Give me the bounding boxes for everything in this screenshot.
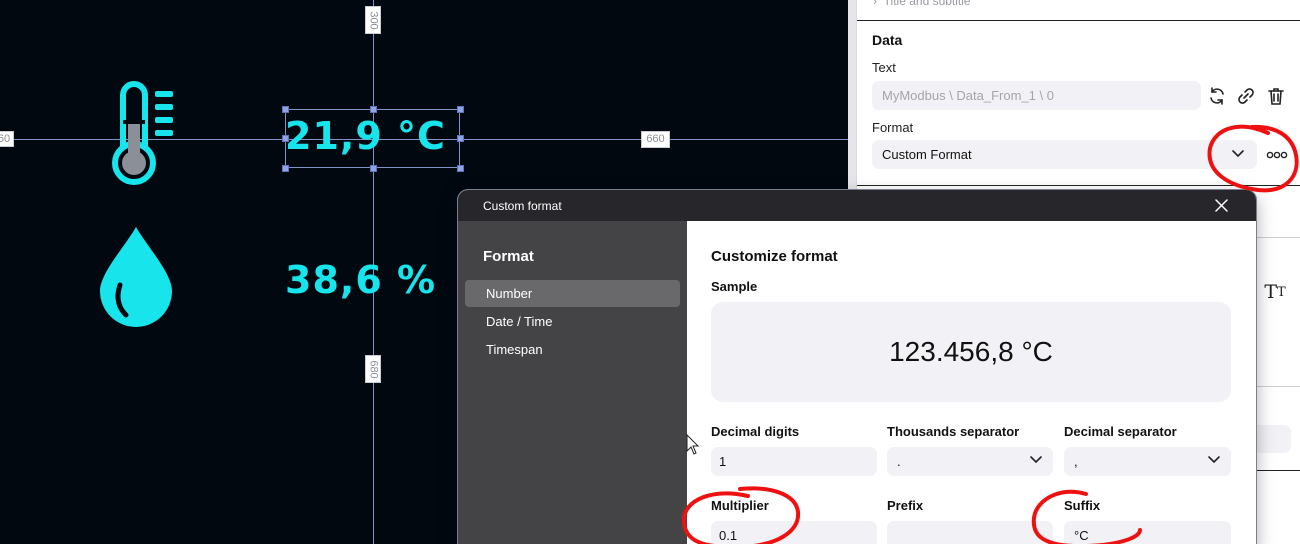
text-binding-field[interactable]: MyModbus \ Data_From_1 \ 0	[872, 81, 1201, 110]
thermometer-icon[interactable]	[110, 80, 178, 188]
chevron-down-icon[interactable]	[1231, 149, 1245, 159]
text-size-icon[interactable]: TT	[1261, 280, 1289, 304]
section-title-data: Data	[872, 32, 903, 48]
dialog-titlebar[interactable]: Custom format	[458, 190, 1256, 221]
multiplier-label: Multiplier	[711, 498, 769, 513]
dialog-title: Custom format	[483, 198, 562, 213]
section-divider	[1257, 470, 1300, 471]
section-divider	[857, 185, 1300, 186]
section-divider	[1257, 237, 1300, 238]
resize-handle-e[interactable]	[457, 135, 464, 142]
decimal-separator-label: Decimal separator	[1064, 424, 1177, 439]
resize-handle-n[interactable]	[370, 106, 377, 113]
nav-item-timespan[interactable]: Timespan	[465, 336, 680, 363]
decimal-separator-select[interactable]: ,	[1064, 447, 1231, 476]
format-type-sidebar: Format Number Date / Time Timespan	[458, 221, 687, 544]
decimal-digits-label: Decimal digits	[711, 424, 800, 439]
resize-handle-sw[interactable]	[282, 165, 289, 172]
sample-preview: 123.456,8 °C	[711, 302, 1231, 402]
nav-item-number[interactable]: Number	[465, 280, 680, 307]
resize-handle-ne[interactable]	[457, 106, 464, 113]
dialog-heading: Customize format	[711, 248, 838, 265]
format-dropdown[interactable]: Custom Format	[872, 140, 1257, 169]
link-icon[interactable]	[1234, 84, 1258, 108]
coord-tag-top: 300	[365, 6, 381, 34]
multiplier-input[interactable]: 0.1	[711, 521, 877, 544]
resize-handle-se[interactable]	[457, 165, 464, 172]
sidebar-title: Format	[483, 248, 534, 265]
temperature-value[interactable]: 21,9 °C	[285, 114, 446, 158]
thousands-separator-select[interactable]: .	[887, 447, 1053, 476]
sample-label: Sample	[711, 279, 758, 294]
coord-tag-right: 660	[641, 131, 670, 148]
hidden-field[interactable]	[1255, 425, 1291, 453]
refresh-icon[interactable]	[1205, 84, 1229, 108]
custom-format-dialog: Custom format Format Number Date / Time …	[458, 190, 1256, 544]
close-icon[interactable]	[1215, 199, 1228, 212]
mouse-cursor-icon	[686, 434, 700, 455]
resize-handle-nw[interactable]	[282, 106, 289, 113]
resize-handle-s[interactable]	[370, 165, 377, 172]
chevron-right-icon: ›	[873, 0, 877, 8]
coord-tag-left: 60	[0, 131, 14, 147]
humidity-value[interactable]: 38,6 %	[285, 258, 436, 302]
chevron-down-icon	[1030, 456, 1042, 464]
text-label: Text	[872, 60, 896, 75]
trash-icon[interactable]	[1264, 84, 1288, 108]
prefix-input[interactable]	[887, 521, 1053, 544]
prefix-label: Prefix	[887, 498, 924, 513]
chevron-down-icon	[1208, 456, 1220, 464]
section-divider	[1257, 386, 1300, 387]
collapsed-section-title-subtitle[interactable]: › Title and subtitle	[873, 0, 971, 8]
suffix-input[interactable]: °C	[1064, 521, 1231, 544]
decimal-digits-input[interactable]: 1	[711, 447, 877, 476]
format-settings: Customize format Sample 123.456,8 °C Dec…	[687, 221, 1256, 544]
droplet-icon[interactable]	[96, 225, 176, 329]
coord-tag-bottom: 680	[365, 355, 381, 383]
suffix-label: Suffix	[1064, 498, 1101, 513]
thousands-separator-label: Thousands separator	[887, 424, 1020, 439]
format-label: Format	[872, 120, 914, 135]
nav-item-date-time[interactable]: Date / Time	[465, 308, 680, 335]
section-divider	[857, 20, 1300, 21]
more-options-icon[interactable]	[1265, 143, 1289, 167]
